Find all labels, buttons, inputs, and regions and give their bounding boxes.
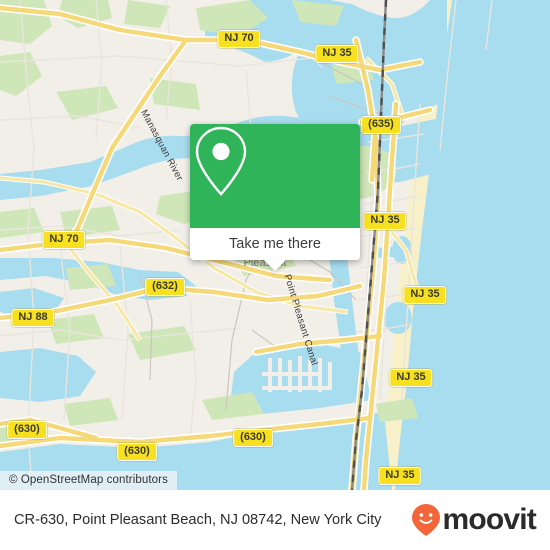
map-pin-icon <box>195 126 247 196</box>
callout-header <box>190 124 360 228</box>
map-canvas[interactable]: Manasquan River Point Pleasant Canal Ple… <box>0 0 550 490</box>
moovit-logo[interactable]: moovit <box>411 503 537 537</box>
highway-shield[interactable]: NJ 35 <box>363 212 407 230</box>
moovit-pin-smile-icon <box>412 504 441 536</box>
highway-shield[interactable]: (630) <box>233 429 273 447</box>
highway-shield[interactable]: (630) <box>117 443 157 461</box>
callout-tail <box>264 260 286 271</box>
moovit-wordmark: moovit <box>442 503 536 536</box>
highway-shield[interactable]: NJ 70 <box>217 30 261 48</box>
highway-shield[interactable]: NJ 35 <box>389 369 433 387</box>
highway-shield[interactable]: NJ 35 <box>403 286 447 304</box>
highway-shield[interactable]: (632) <box>145 278 185 296</box>
highway-shield[interactable]: NJ 35 <box>315 45 359 63</box>
highway-shield[interactable]: (635) <box>361 116 401 134</box>
highway-shield[interactable]: NJ 35 <box>378 467 422 485</box>
map-attribution[interactable]: © OpenStreetMap contributors <box>0 471 177 490</box>
location-callout[interactable]: Take me there <box>190 124 360 271</box>
highway-shield[interactable]: (630) <box>7 421 47 439</box>
take-me-there-button[interactable]: Take me there <box>190 228 360 260</box>
moovit-map-screenshot: Manasquan River Point Pleasant Canal Ple… <box>0 0 550 550</box>
highway-shield[interactable]: NJ 70 <box>42 231 86 249</box>
highway-shield[interactable]: NJ 88 <box>11 309 55 327</box>
footer-bar: CR-630, Point Pleasant Beach, NJ 08742, … <box>0 490 550 550</box>
address-text: CR-630, Point Pleasant Beach, NJ 08742, … <box>14 512 382 528</box>
take-me-there-label: Take me there <box>229 236 321 252</box>
